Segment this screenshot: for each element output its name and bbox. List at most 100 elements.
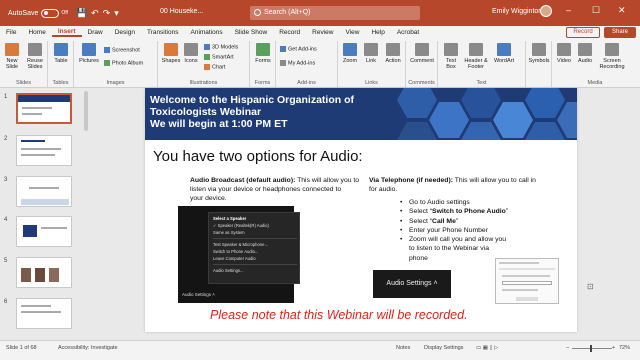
group-forms: Forms Forms [250,41,276,87]
tab-transitions[interactable]: Transitions [141,29,185,36]
get-addins-button[interactable]: Get Add-ins [280,46,317,52]
banner-title-line: We will begin at 1:00 PM ET [150,118,288,130]
icons-icon [184,43,198,56]
avatar[interactable] [540,5,552,17]
comment-button[interactable]: Comment [409,43,435,64]
slide-thumbnail[interactable] [16,298,72,329]
accessibility-status[interactable]: Accessibility: Investigate [58,345,118,351]
link-button[interactable]: Link [362,43,380,64]
symbols-label: Symbols [528,58,550,64]
shapes-button[interactable]: Shapes [161,43,181,64]
smartart-button[interactable]: SmartArt [204,54,234,60]
wordart-button[interactable]: WordArt [491,43,517,64]
zoom-button[interactable]: Zoom [341,43,359,64]
slide-canvas[interactable]: Welcome to the Hispanic Organization of … [145,88,577,332]
chart-button[interactable]: Chart [204,64,225,70]
autosave-toggle[interactable] [41,8,60,18]
group-links: Zoom Link Action Links [338,41,406,87]
tab-help[interactable]: Help [365,29,390,36]
tab-review[interactable]: Review [306,29,339,36]
screenshot-icon [104,47,110,53]
zoom-out-icon[interactable]: − [566,345,569,351]
screen-recording-button[interactable]: Screen Recording [597,43,627,70]
3d-models-icon [204,44,210,50]
quick-access-icons[interactable]: 💾↶↷▾ [76,8,123,19]
banner-title: Welcome to the Hispanic Organization of … [150,94,354,130]
slide-thumbnail[interactable] [16,216,72,247]
thumb-number: 3 [4,177,8,183]
video-button[interactable]: Video [555,43,573,64]
thumbnail-scrollbar[interactable] [84,91,88,131]
new-slide-button[interactable]: New Slide [2,43,22,70]
slide-banner: Welcome to the Hispanic Organization of … [145,88,577,140]
wordart-icon [497,43,511,56]
tab-home[interactable]: Home [22,29,51,36]
slide-thumbnail[interactable] [16,176,72,207]
share-button[interactable]: Share [604,27,636,38]
action-button[interactable]: Action [383,43,403,64]
photo-album-button[interactable]: Photo Album [104,60,143,66]
view-buttons[interactable]: ▭ ▦ ▯ ▷ [476,345,498,351]
group-tables: Table Tables [48,41,74,87]
telephone-steps-list: Go to Audio settings Select “Switch to P… [400,198,508,263]
screenshot-button[interactable]: Screenshot [104,47,140,53]
search-input[interactable]: Search (Alt+Q) [250,6,420,20]
search-icon [254,9,261,16]
group-label-forms: Forms [254,80,271,86]
record-button[interactable]: Record [566,27,600,38]
tab-acrobat[interactable]: Acrobat [391,29,425,36]
table-icon [54,43,68,56]
notes-button[interactable]: Notes [396,345,410,351]
tab-record[interactable]: Record [273,29,306,36]
menu-item: Test Speaker & Microphone... [213,242,268,247]
audio-button[interactable]: Audio [576,43,594,64]
document-name[interactable]: 00 Houseke... [160,8,203,15]
zoom-icon [343,43,357,56]
slide-count: Slide 1 of 68 [6,345,37,351]
tab-file[interactable]: File [0,29,22,36]
share-label: Share [611,29,628,35]
group-comments: Comment Comments [406,41,438,87]
tab-animations[interactable]: Animations [185,29,229,36]
phone-audio-dialog-screenshot [495,258,559,304]
tab-slide-show[interactable]: Slide Show [229,29,274,36]
tab-insert[interactable]: Insert [51,28,82,37]
action-icon [386,43,400,56]
zoom-in-icon[interactable]: + [612,345,615,351]
icons-button[interactable]: Icons [182,43,200,64]
body-text: listen via your device or headphones con… [190,186,342,193]
ribbon: New Slide Reuse Slides Slides Table Tabl… [0,39,640,88]
slide-thumbnail[interactable] [16,93,72,124]
my-addins-button[interactable]: My Add-ins [280,60,315,66]
group-label-comments: Comments [408,80,435,86]
menu-item: Audio Settings... [213,268,244,273]
header-footer-button[interactable]: Header & Footer [463,43,489,70]
minimize-icon[interactable]: – [566,5,571,15]
text-box-icon [444,43,458,56]
tab-view[interactable]: View [339,29,365,36]
group-media: Video Audio Screen Recording Media [552,41,638,87]
smartart-label: SmartArt [212,54,234,61]
slide-thumbnail[interactable] [16,135,72,166]
zoom-slider[interactable] [572,348,612,349]
close-icon[interactable]: ✕ [618,5,626,16]
zoom-level[interactable]: 72% [619,345,630,351]
table-button[interactable]: Table [51,43,71,64]
display-settings-button[interactable]: Display Settings [424,345,463,351]
3d-models-button[interactable]: 3D Models [204,44,238,50]
zoom-slider-thumb[interactable] [590,345,592,352]
fit-slide-icon[interactable]: ⊡ [587,282,597,292]
pictures-button[interactable]: Pictures [77,43,101,64]
reuse-slides-button[interactable]: Reuse Slides [24,43,46,70]
audio-broadcast-text: Audio Broadcast (default audio): This wi… [190,176,380,203]
symbols-button[interactable]: Symbols [528,43,550,64]
tab-draw[interactable]: Draw [82,29,109,36]
maximize-icon[interactable]: ☐ [592,5,600,16]
user-name[interactable]: Emily Wigginton [492,8,542,15]
text-box-button[interactable]: Text Box [441,43,461,70]
slide-thumbnail[interactable] [16,257,72,288]
forms-button[interactable]: Forms [253,43,273,64]
autosave-state: Off [61,10,68,16]
tab-design[interactable]: Design [109,29,141,36]
header-footer-icon [469,43,483,56]
